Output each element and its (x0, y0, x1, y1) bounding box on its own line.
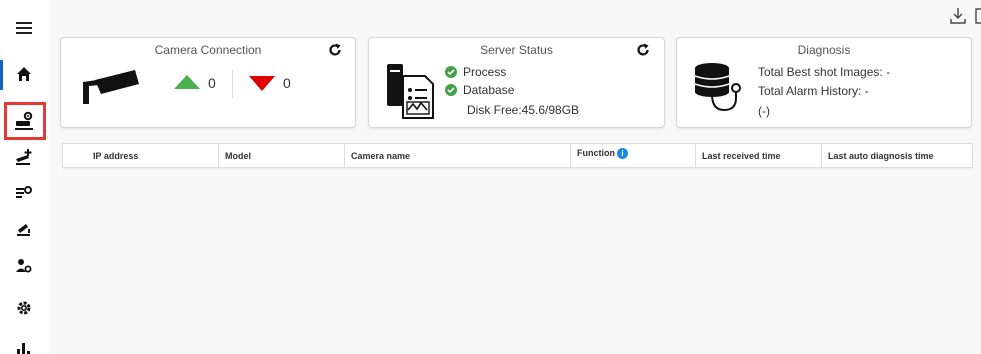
refresh-camera-icon[interactable] (328, 43, 342, 57)
refresh-server-icon[interactable] (636, 43, 650, 57)
camera-add-icon (16, 149, 32, 165)
camera-settings-icon (15, 111, 33, 130)
camera-icon (83, 70, 139, 104)
window-icon (975, 8, 981, 24)
camera-down-count: 0 (283, 75, 291, 91)
alarm-history-total: Total Alarm History: - (758, 84, 869, 98)
camera-up-arrow-icon (174, 75, 200, 89)
home-icon (17, 67, 31, 81)
server-status-title: Server Status (480, 43, 553, 57)
user-settings-icon (16, 259, 32, 273)
camera-down-arrow-icon (249, 76, 275, 91)
disk-free-text: Disk Free:45.6/98GB (467, 103, 580, 117)
camera-count-divider (232, 70, 233, 98)
menu-button[interactable] (0, 10, 48, 46)
col-ip-address-label: IP address (93, 150, 139, 161)
info-icon[interactable]: i (617, 148, 628, 159)
sidebar-item-statistics[interactable] (0, 330, 48, 354)
window-button[interactable] (975, 6, 981, 26)
col-last-auto-diagnosis-time-label: Last auto diagnosis time (828, 150, 934, 161)
camera-table-header: IP address Model Camera name Function i L… (62, 143, 973, 168)
best-shot-total: Total Best shot Images: - (758, 65, 891, 79)
col-last-received-time[interactable]: Last received time (696, 144, 822, 167)
sidebar (0, 0, 50, 354)
camera-connection-card: Camera Connection 0 0 (60, 37, 356, 128)
camera-list-settings-icon (16, 186, 32, 198)
col-last-received-time-label: Last received time (702, 150, 781, 161)
top-toolbar (949, 6, 981, 26)
sidebar-item-camera-settings[interactable] (0, 103, 48, 139)
sidebar-item-camera-list-settings[interactable] (0, 175, 48, 211)
col-model-label: Model (225, 150, 251, 161)
col-model[interactable]: Model (219, 144, 345, 167)
download-icon (950, 8, 966, 24)
col-function-label: Function (577, 148, 615, 158)
process-status: Process (445, 65, 506, 79)
sidebar-item-alarm-camera[interactable] (0, 211, 48, 247)
sidebar-item-home[interactable] (0, 56, 48, 92)
bar-chart-icon (17, 343, 30, 354)
sidebar-item-settings[interactable] (0, 290, 48, 326)
server-status-card: Server Status Process Database Disk Free… (368, 37, 665, 128)
database-status: Database (445, 83, 514, 97)
diagnosis-title: Diagnosis (797, 43, 851, 57)
diagnosis-card: Diagnosis Total Best shot Images: - Tota… (676, 37, 972, 128)
process-label: Process (463, 65, 507, 79)
col-function[interactable]: Function i (571, 144, 696, 167)
app-root: Camera Connection 0 0 Server Status Proc… (0, 0, 981, 354)
col-ip-address[interactable]: IP address (63, 144, 219, 167)
alarm-camera-icon (17, 224, 30, 236)
diagnosis-extra: (-) (758, 104, 770, 118)
camera-up-count: 0 (208, 75, 216, 91)
database-stethoscope-icon (694, 63, 741, 112)
database-check-icon (445, 84, 457, 96)
sidebar-item-user-settings[interactable] (0, 248, 48, 284)
server-document-icon (387, 64, 434, 119)
col-camera-name[interactable]: Camera name (345, 144, 571, 167)
sidebar-item-camera-add[interactable] (0, 139, 48, 175)
process-check-icon (445, 66, 457, 78)
database-label: Database (463, 83, 515, 97)
col-last-auto-diagnosis-time[interactable]: Last auto diagnosis time (822, 144, 972, 167)
download-button[interactable] (949, 6, 967, 26)
menu-icon (16, 22, 32, 34)
camera-connection-title: Camera Connection (154, 43, 262, 57)
col-camera-name-label: Camera name (351, 150, 411, 161)
gear-icon (17, 301, 31, 315)
